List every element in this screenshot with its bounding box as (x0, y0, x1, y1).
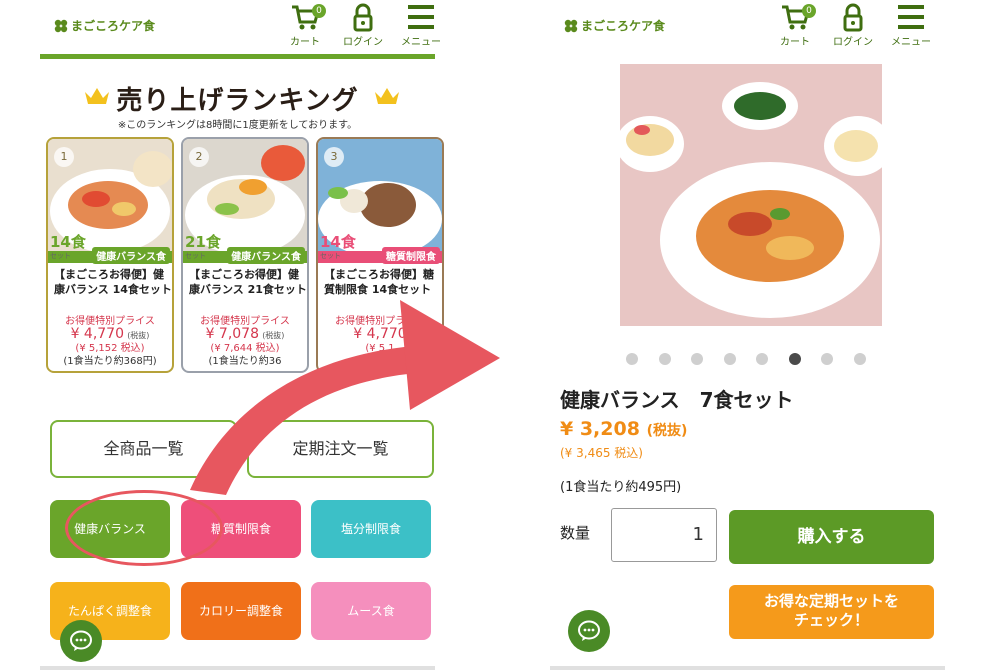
product-name: 【まごころお得便】健康バランス 21食セット (189, 268, 307, 296)
login-button[interactable]: ログイン (334, 2, 392, 48)
ranking-note: ※このランキングは8時間に1度更新をしております。 (117, 120, 358, 131)
ranking-card[interactable]: 3 14食 セット 糖質制限食 【まごころお得便】糖質制限食 14食セット お得便… (316, 137, 444, 373)
header: まごころケア食 0 カート ログイン メニュー (550, 0, 950, 58)
lock-icon (843, 3, 863, 32)
category-badge: 健康バランス食 (227, 247, 305, 264)
cart-button[interactable]: 0 カート (766, 2, 824, 48)
subscription-line-2: チェック！ (793, 611, 869, 629)
bottom-bar (550, 666, 945, 670)
price-incl-tax: (¥ 5,1 (365, 343, 395, 354)
carousel-dot[interactable] (626, 353, 638, 365)
logo-text: まごころケア食 (71, 19, 156, 33)
category-mousse[interactable]: ムース食 (311, 582, 431, 640)
per-meal: (1食当たり約36 (208, 356, 282, 367)
subscription-check-button[interactable]: お得な定期セットを チェック！ (729, 585, 934, 639)
bottom-bar (40, 666, 435, 670)
cart-label: カート (290, 37, 320, 48)
quantity-input[interactable]: 1 (611, 508, 717, 562)
set-count-unit: セット (185, 252, 206, 260)
all-products-button[interactable]: 全商品一覧 (50, 420, 237, 478)
clover-icon (54, 19, 68, 32)
product-name: 【まごころお得便】健康バランス 14食セット (54, 268, 172, 296)
product-title: 健康バランス 7食セット (560, 388, 794, 412)
price: ¥ 4,770 (353, 326, 407, 342)
subscription-line-1: お得な定期セットを (763, 592, 899, 610)
quantity-label: 数量 (560, 524, 591, 542)
login-label: ログイン (833, 37, 873, 48)
header: まごころケア食 0 カート ログイン メニュー (40, 0, 450, 59)
menu-button[interactable]: メニュー (882, 2, 940, 48)
carousel-dots (626, 353, 886, 365)
carousel-dot[interactable] (821, 353, 833, 365)
clover-icon (564, 19, 578, 32)
set-count-unit: セット (50, 252, 71, 260)
price-incl-tax: (¥ 5,152 税込) (75, 343, 145, 354)
highlight-circle (65, 490, 223, 566)
ranking-card[interactable]: 2 21食 セット 健康バランス食 【まごころお得便】健康バランス 21食セット … (181, 137, 309, 373)
chat-icon (578, 620, 600, 641)
special-price: お得便特別プライス ¥ 4,770 (税抜) (¥ 5,152 税込) (1食当… (48, 315, 172, 368)
set-count: 21食 セット (185, 235, 221, 263)
lock-icon (353, 3, 373, 32)
special-price: お得便特別プライス ¥ 7,078 (税抜) (¥ 7,644 税込) (1食当… (183, 315, 307, 368)
logo[interactable]: まごころケア食 (54, 17, 155, 34)
hamburger-icon (898, 5, 924, 29)
tax-label: (税抜) (646, 423, 688, 439)
chat-button[interactable] (568, 610, 610, 652)
hamburger-icon (408, 5, 434, 29)
logo[interactable]: まごころケア食 (564, 17, 665, 34)
price: ¥ 4,770 (70, 326, 124, 342)
tax-label: (税抜) (127, 331, 150, 340)
rank-number: 1 (54, 147, 74, 167)
set-count: 14食 セット (320, 235, 356, 263)
price: ¥ 7,078 (205, 326, 259, 342)
per-meal: (1食当たり約368円) (63, 356, 157, 367)
carousel-dot[interactable] (658, 353, 671, 365)
logo-text: まごころケア食 (581, 19, 666, 33)
ranking-card[interactable]: 1 14食 セット 健康バランス食 【まごころお得便】健康バランス 14食セット … (46, 137, 174, 373)
subscription-list-button[interactable]: 定期注文一覧 (247, 420, 434, 478)
cart-button[interactable]: 0 カート (276, 2, 334, 48)
special-price: お得便特別プライス ¥ 4,770 (¥ 5,1 (318, 315, 442, 355)
category-low-salt[interactable]: 塩分制限食 (311, 500, 431, 558)
cart-label: カート (780, 37, 810, 48)
chat-icon (70, 630, 92, 651)
menu-label: メニュー (891, 37, 931, 48)
product-price: ¥ 3,208 (税抜) (560, 418, 687, 440)
per-meal-price: (1食当たり約495円) (560, 480, 682, 495)
category-calorie-adjusted[interactable]: カロリー調整食 (181, 582, 301, 640)
cart-count-badge: 0 (312, 4, 326, 18)
price-incl-tax: (¥ 3,465 税込) (560, 446, 643, 460)
carousel-dot[interactable] (853, 353, 866, 365)
product-screen: まごころケア食 0 カート ログイン メニュー 健康バランス 7食セット ¥ 3… (550, 0, 950, 670)
price-incl-tax: (¥ 7,644 税込) (210, 343, 280, 354)
price-value: ¥ 3,208 (560, 418, 640, 440)
header-divider (40, 54, 435, 59)
category-badge: 糖質制限食 (382, 247, 440, 264)
carousel-dot[interactable] (691, 353, 703, 365)
login-label: ログイン (343, 37, 383, 48)
chat-button[interactable] (60, 620, 102, 662)
buy-button[interactable]: 購入する (729, 510, 934, 564)
menu-label: メニュー (401, 37, 441, 48)
carousel-dot[interactable] (723, 353, 736, 365)
crown-icon (375, 88, 399, 104)
ranking-screen: まごころケア食 0 カート ログイン メニュー 売り上げランキング ※このランキ… (40, 0, 450, 670)
set-count: 14食 セット (50, 235, 86, 263)
product-photo[interactable] (620, 64, 882, 326)
carousel-dot[interactable] (788, 353, 801, 365)
menu-button[interactable]: メニュー (392, 2, 450, 48)
rank-number: 2 (189, 147, 209, 167)
tax-label: (税抜) (262, 331, 285, 340)
cart-count-badge: 0 (802, 4, 816, 18)
product-name: 【まごころお得便】糖質制限食 14食セット (324, 268, 434, 296)
set-count-unit: セット (320, 252, 341, 260)
carousel-dot[interactable] (756, 353, 768, 365)
rank-number: 3 (324, 147, 344, 167)
category-badge: 健康バランス食 (92, 247, 170, 264)
login-button[interactable]: ログイン (824, 2, 882, 48)
